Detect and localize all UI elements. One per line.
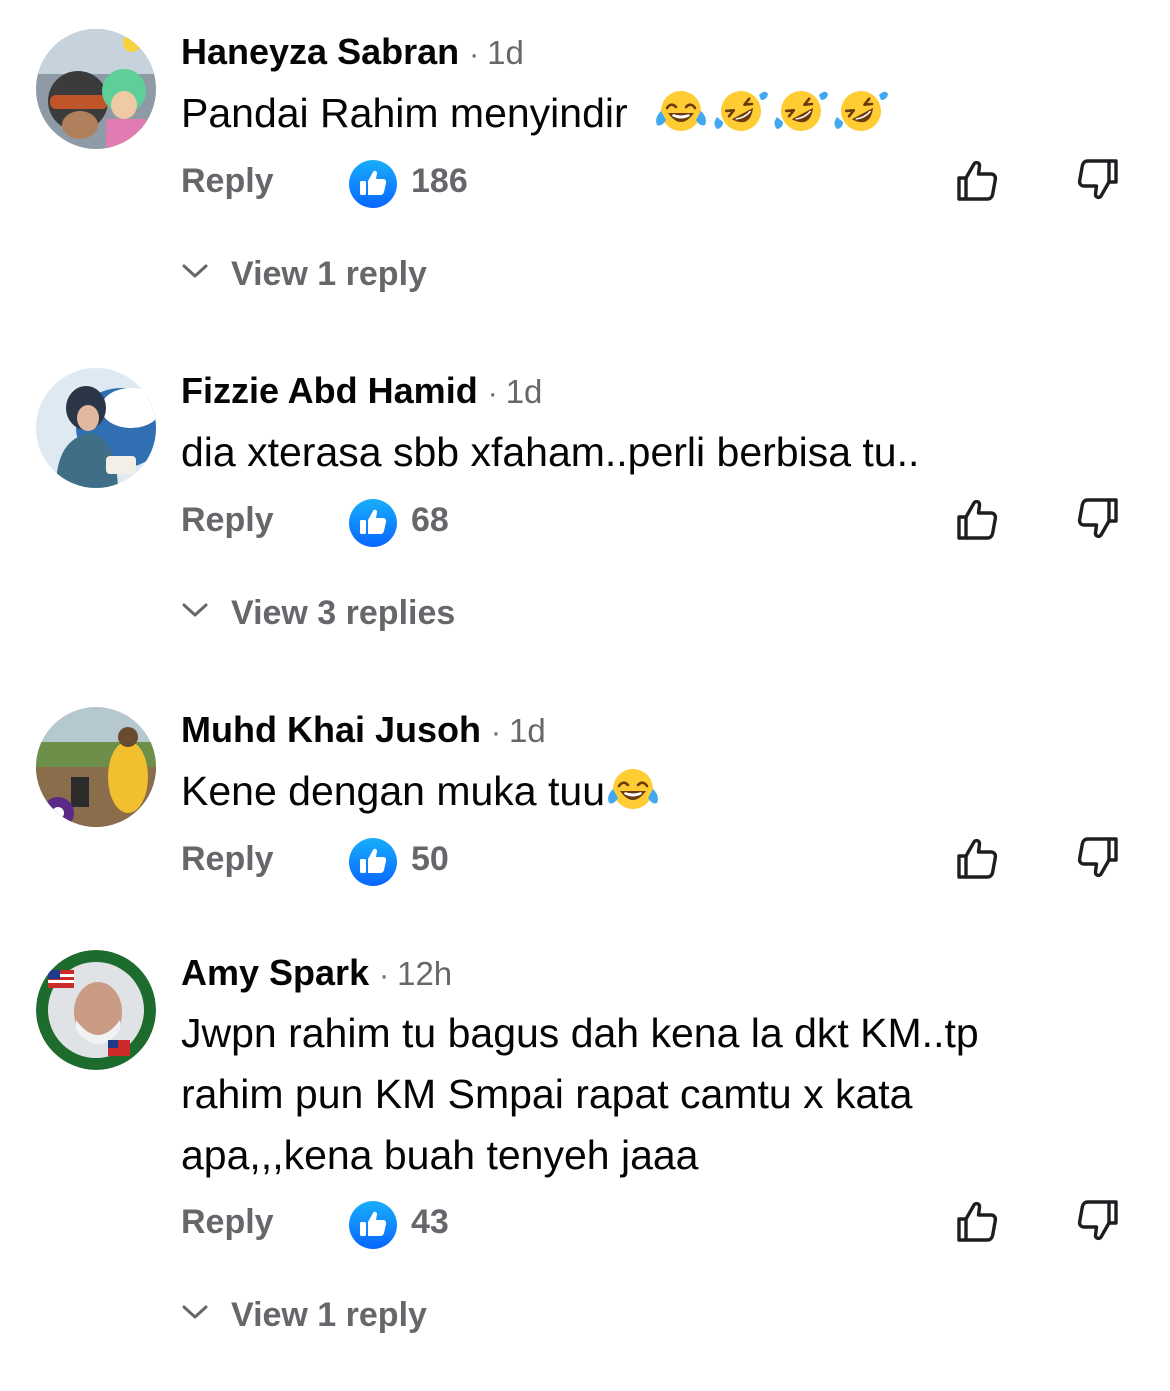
thumbs-down-icon[interactable]	[1074, 1197, 1122, 1245]
comment-actions: Reply 43	[181, 1201, 1141, 1251]
rofl-emoji-icon	[773, 87, 829, 133]
view-replies-button[interactable]: View 1 reply	[181, 255, 427, 299]
view-replies-label: View 1 reply	[231, 255, 427, 293]
comment-text-line: rahim pun KM Smpai rapat camtu x kata	[181, 1071, 913, 1117]
author-name[interactable]: Fizzie Abd Hamid	[181, 370, 478, 411]
comment-time: 1d	[487, 34, 524, 71]
comment-header: Amy Spark · 12h	[181, 952, 452, 994]
joy-emoji-icon	[605, 765, 661, 811]
comment-text-content: Pandai Rahim menyindir	[181, 90, 628, 136]
avatar[interactable]	[36, 950, 156, 1070]
separator-dot: ·	[469, 38, 480, 71]
thumbs-up-icon[interactable]	[953, 1197, 1001, 1245]
view-replies-button[interactable]: View 1 reply	[181, 1296, 427, 1340]
comment-actions: Reply 68	[181, 499, 1141, 549]
separator-dot: ·	[379, 959, 390, 992]
thumbs-down-icon[interactable]	[1074, 495, 1122, 543]
comment-text: dia xterasa sbb xfaham..perli berbisa tu…	[181, 422, 1101, 483]
comment-text-content: Kene dengan muka tuu	[181, 768, 605, 814]
comment-text: Pandai Rahim menyindir	[181, 83, 1101, 144]
comment-header: Haneyza Sabran · 1d	[181, 31, 524, 73]
like-badge-icon	[349, 838, 397, 886]
like-count[interactable]: 50	[411, 840, 449, 879]
chevron-down-icon	[181, 1302, 209, 1322]
avatar[interactable]	[36, 29, 156, 149]
like-count[interactable]: 43	[411, 1203, 449, 1242]
avatar[interactable]	[36, 368, 156, 488]
like-badge-icon	[349, 1201, 397, 1249]
comment-actions: Reply 50	[181, 838, 1141, 888]
comment-text-line: Jwpn rahim tu bagus dah kena la dkt KM..…	[181, 1010, 979, 1056]
comment-header: Fizzie Abd Hamid · 1d	[181, 370, 542, 412]
like-count[interactable]: 186	[411, 162, 468, 201]
thumbs-up-icon[interactable]	[953, 156, 1001, 204]
chevron-down-icon	[181, 600, 209, 620]
rofl-emoji-icon	[833, 87, 889, 133]
thumbs-down-icon[interactable]	[1074, 834, 1122, 882]
thumbs-up-icon[interactable]	[953, 495, 1001, 543]
separator-dot: ·	[491, 716, 501, 749]
rofl-emoji-icon	[713, 87, 769, 133]
comment-text: Jwpn rahim tu bagus dah kena la dkt KM..…	[181, 1003, 1101, 1186]
author-name[interactable]: Muhd Khai Jusoh	[181, 709, 481, 750]
author-name[interactable]: Amy Spark	[181, 952, 369, 993]
author-name[interactable]: Haneyza Sabran	[181, 31, 459, 72]
reply-button[interactable]: Reply	[181, 162, 274, 201]
thumbs-up-icon[interactable]	[953, 834, 1001, 882]
comment-text-content: dia xterasa sbb xfaham..perli berbisa tu…	[181, 429, 920, 475]
comment-text: Kene dengan muka tuu	[181, 761, 1101, 822]
comment-time: 12h	[397, 955, 453, 992]
comment-time: 1d	[509, 712, 546, 749]
like-count[interactable]: 68	[411, 501, 449, 540]
view-replies-label: View 3 replies	[231, 594, 456, 632]
comment-header: Muhd Khai Jusoh · 1d	[181, 709, 546, 751]
reply-button[interactable]: Reply	[181, 840, 274, 879]
view-replies-button[interactable]: View 3 replies	[181, 594, 455, 638]
like-badge-icon	[349, 499, 397, 547]
comment-actions: Reply 186	[181, 160, 1141, 210]
joy-emoji-icon	[653, 87, 709, 133]
avatar[interactable]	[36, 707, 156, 827]
view-replies-label: View 1 reply	[231, 1296, 427, 1334]
like-badge-icon	[349, 160, 397, 208]
comment-time: 1d	[505, 373, 543, 410]
reply-button[interactable]: Reply	[181, 501, 274, 540]
chevron-down-icon	[181, 261, 209, 281]
separator-dot: ·	[487, 377, 498, 410]
reply-button[interactable]: Reply	[181, 1203, 274, 1242]
thumbs-down-icon[interactable]	[1074, 156, 1122, 204]
comment-text-line: apa,,,kena buah tenyeh jaaa	[181, 1132, 699, 1178]
